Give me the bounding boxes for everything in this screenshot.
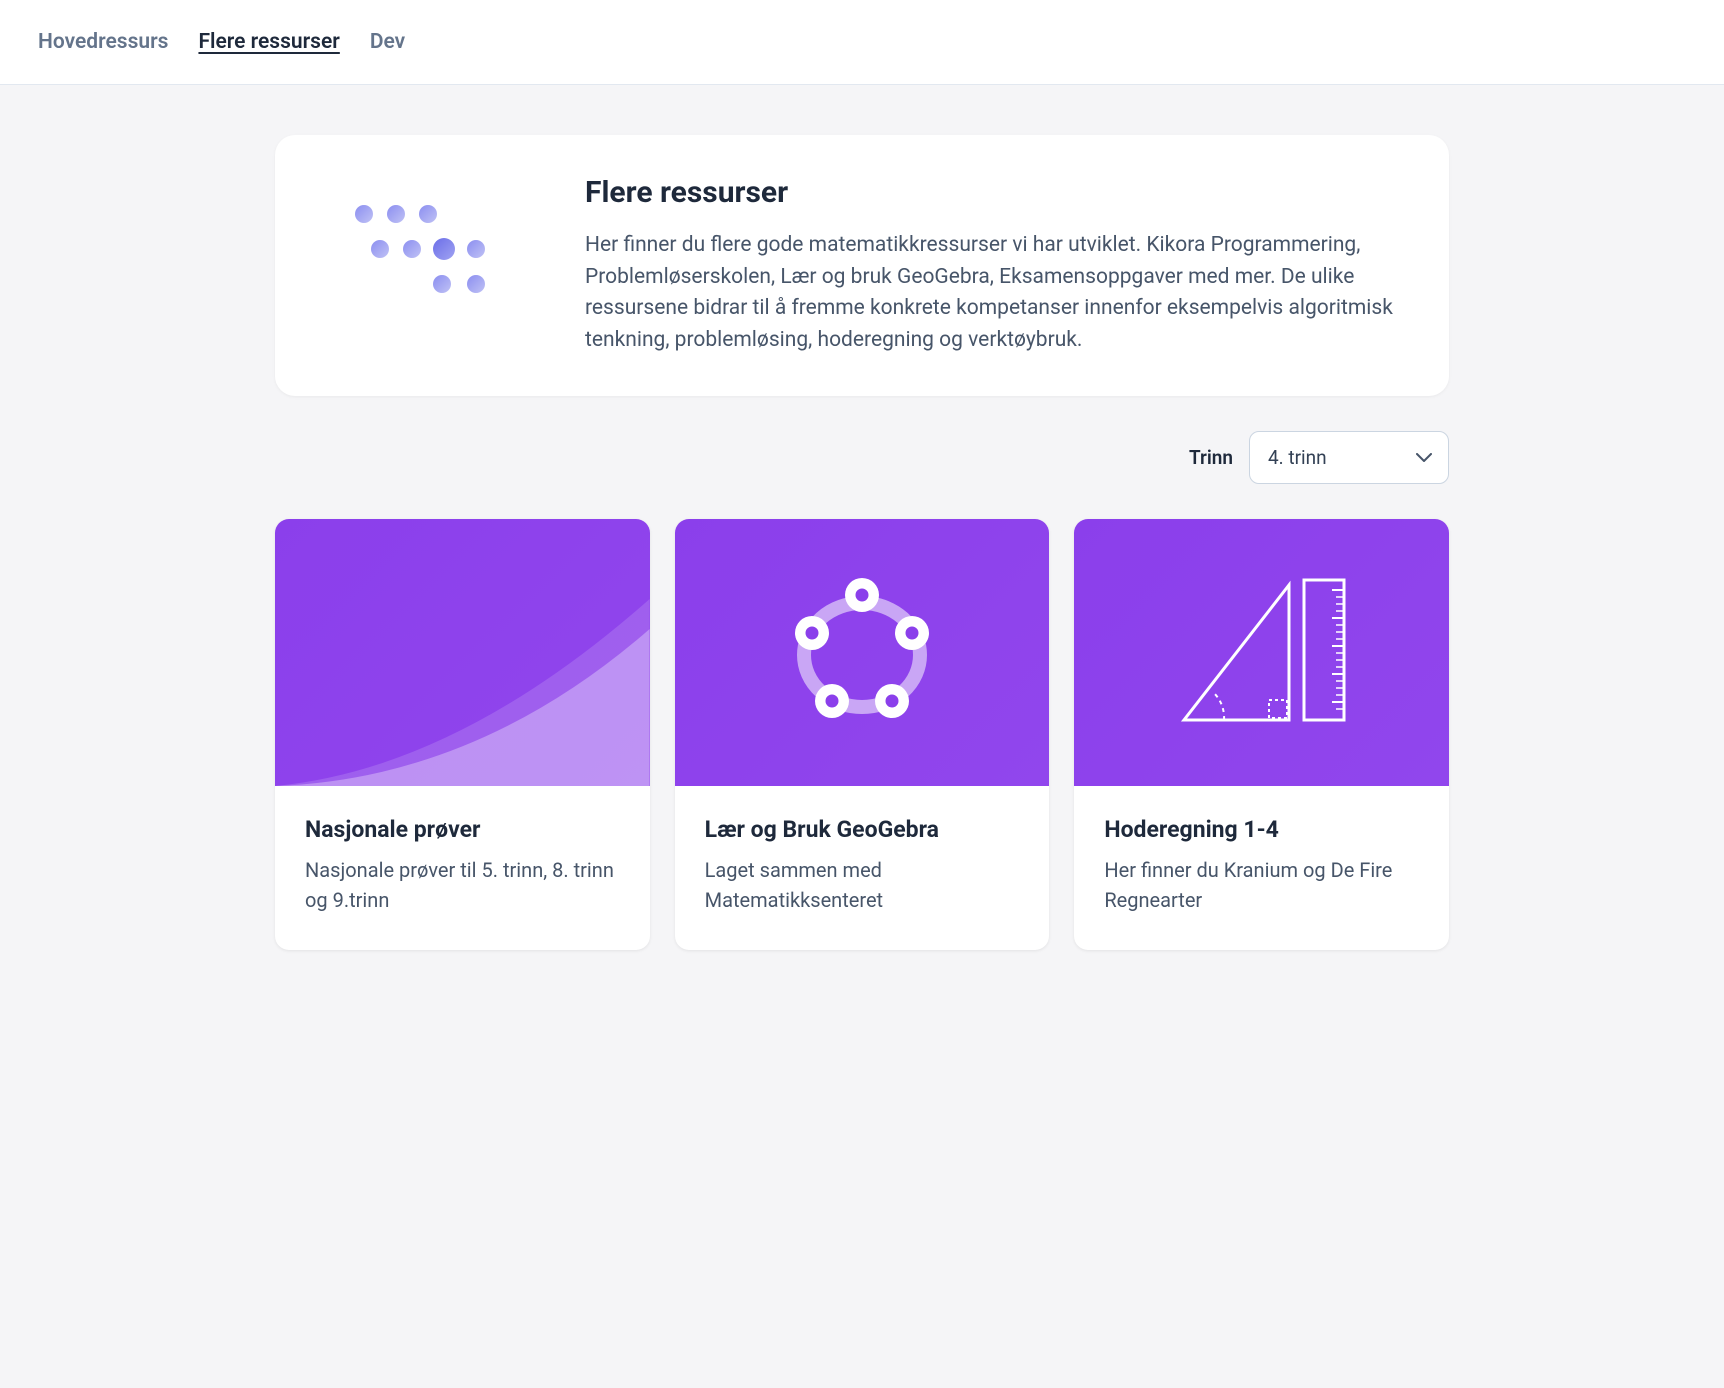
nav-hovedressurs[interactable]: Hovedressurs: [38, 30, 168, 54]
filter-selected-value: 4. trinn: [1268, 446, 1327, 469]
page-description: Her finner du flere gode matematikkressu…: [585, 230, 1399, 356]
card-image: [275, 519, 650, 786]
card-content: Hoderegning 1-4 Her finner du Kranium og…: [1074, 786, 1449, 950]
card-geogebra[interactable]: Lær og Bruk GeoGebra Laget sammen med Ma…: [675, 519, 1050, 950]
main-container: Flere ressurser Her finner du flere gode…: [237, 85, 1487, 950]
trinn-select[interactable]: 4. trinn: [1249, 431, 1449, 484]
curve-icon: [275, 519, 650, 786]
card-image: [675, 519, 1050, 786]
card-nasjonale-prover[interactable]: Nasjonale prøver Nasjonale prøver til 5.…: [275, 519, 650, 950]
card-image: [1074, 519, 1449, 786]
card-content: Lær og Bruk GeoGebra Laget sammen med Ma…: [675, 786, 1050, 950]
header-content: Flere ressurser Her finner du flere gode…: [585, 175, 1399, 356]
header-card: Flere ressurser Her finner du flere gode…: [275, 135, 1449, 396]
nav-flere-ressurser[interactable]: Flere ressurser: [198, 30, 339, 54]
card-content: Nasjonale prøver Nasjonale prøver til 5.…: [275, 786, 650, 950]
cards-grid: Nasjonale prøver Nasjonale prøver til 5.…: [275, 519, 1449, 950]
top-nav: Hovedressurs Flere ressurser Dev: [0, 0, 1724, 85]
geogebra-icon: [782, 573, 942, 733]
card-title: Hoderegning 1-4: [1104, 816, 1419, 843]
filter-label: Trinn: [1189, 446, 1233, 469]
chevron-down-icon: [1416, 453, 1432, 463]
card-description: Laget sammen med Matematikksenteret: [705, 855, 1020, 915]
page-title: Flere ressurser: [585, 175, 1399, 210]
filter-row: Trinn 4. trinn: [275, 431, 1449, 484]
card-title: Lær og Bruk GeoGebra: [705, 816, 1020, 843]
triangle-ruler-icon: [1174, 575, 1349, 730]
card-hoderegning[interactable]: Hoderegning 1-4 Her finner du Kranium og…: [1074, 519, 1449, 950]
card-description: Nasjonale prøver til 5. trinn, 8. trinn …: [305, 855, 620, 915]
dots-icon: [345, 205, 505, 325]
card-title: Nasjonale prøver: [305, 816, 620, 843]
card-description: Her finner du Kranium og De Fire Regnear…: [1104, 855, 1419, 915]
nav-dev[interactable]: Dev: [370, 30, 405, 54]
